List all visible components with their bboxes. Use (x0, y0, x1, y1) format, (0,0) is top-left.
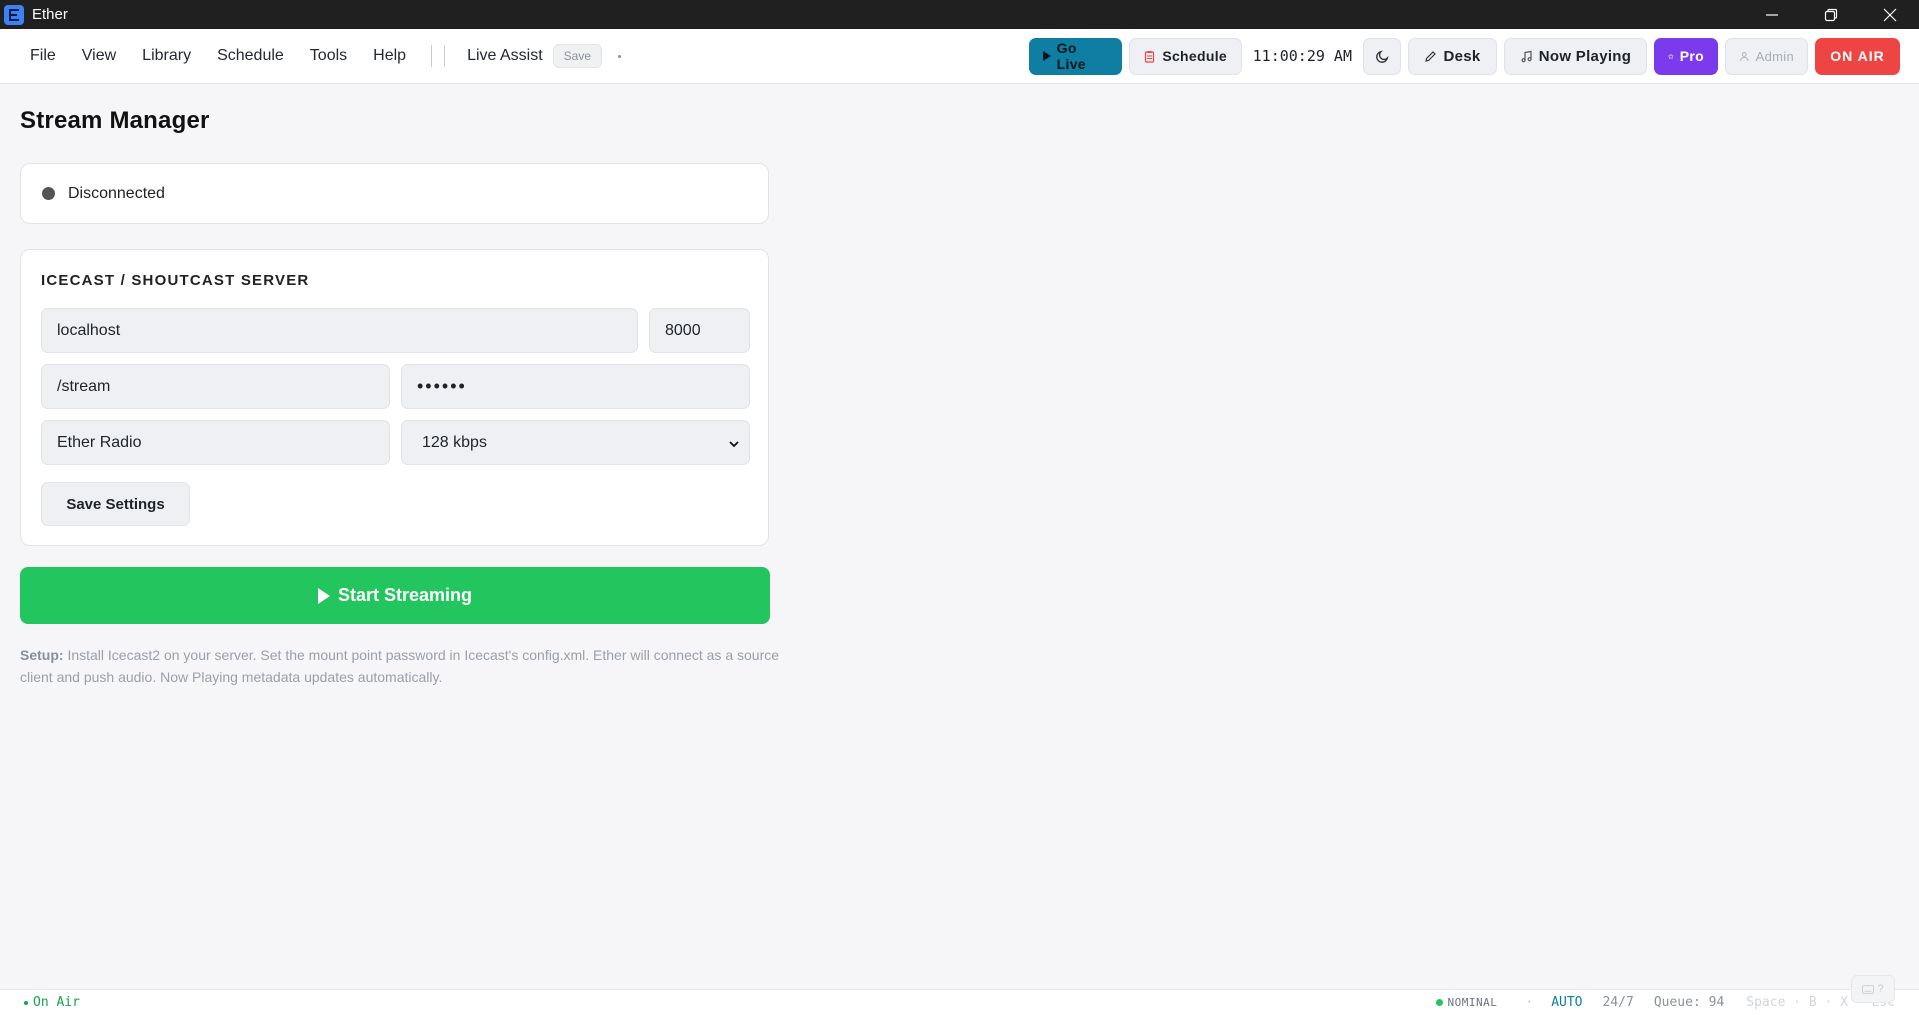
main-toolbar: File View Library Schedule Tools Help Li… (0, 29, 1919, 84)
mode-indicator[interactable]: AUTO (1551, 995, 1582, 1010)
window-title: Ether (32, 6, 68, 23)
pro-label: Pro (1679, 48, 1704, 64)
schedule-button[interactable]: Schedule (1128, 37, 1242, 75)
chevron-down-icon (729, 441, 739, 448)
health-label: NOMINAL (1447, 996, 1498, 1009)
admin-button[interactable]: Admin (1725, 37, 1808, 75)
status-separator: · (1525, 995, 1534, 1010)
restore-button[interactable] (1801, 0, 1860, 29)
app-logo-icon (4, 4, 24, 25)
port-input[interactable]: 8000 (649, 308, 750, 353)
live-assist-label[interactable]: Live Assist (461, 39, 549, 73)
go-live-button[interactable]: Go Live (1028, 37, 1122, 75)
close-button[interactable] (1860, 0, 1919, 29)
play-icon (317, 587, 330, 604)
connection-status-text: Disconnected (68, 184, 165, 202)
music-note-icon (1521, 50, 1532, 62)
minimize-button[interactable] (1742, 0, 1801, 29)
menu-file[interactable]: File (17, 39, 69, 73)
toolbar-divider (444, 45, 446, 67)
keyboard-help-button[interactable]: ? (1851, 975, 1895, 1003)
window-titlebar: Ether (0, 0, 1919, 29)
setup-text: Install Icecast2 on your server. Set the… (20, 647, 780, 685)
clipboard-icon (1145, 50, 1155, 63)
menu-view[interactable]: View (69, 39, 129, 73)
desk-button[interactable]: Desk (1408, 37, 1497, 75)
minimize-icon (1765, 13, 1778, 16)
clock: 11:00:29 AM (1252, 47, 1352, 65)
now-playing-label: Now Playing (1538, 47, 1632, 65)
moon-icon (1375, 49, 1389, 63)
host-input[interactable]: localhost (41, 308, 638, 353)
menu-help[interactable]: Help (360, 39, 419, 73)
restore-icon (1824, 8, 1837, 21)
pro-button[interactable]: Pro (1654, 37, 1718, 75)
now-playing-button[interactable]: Now Playing (1504, 37, 1647, 75)
live-assist-save-button[interactable]: Save (552, 44, 603, 68)
status-on-air: On Air (24, 995, 80, 1010)
bitrate-select[interactable]: 128 kbps (401, 420, 750, 465)
station-name-input[interactable]: Ether Radio (41, 420, 390, 465)
start-streaming-button[interactable]: Start Streaming (20, 567, 770, 624)
toolbar-divider (431, 45, 433, 67)
user-icon (1740, 51, 1749, 61)
pencil-icon (1425, 50, 1437, 62)
setup-label: Setup: (20, 647, 64, 663)
hours-indicator: 24/7 (1602, 995, 1634, 1010)
on-air-label: ON AIR (1830, 48, 1885, 64)
admin-label: Admin (1755, 48, 1794, 64)
queue-count: Queue: 94 (1653, 995, 1725, 1010)
save-settings-button[interactable]: Save Settings (41, 482, 190, 526)
keyboard-icon (1862, 984, 1875, 994)
menu-bar: File View Library Schedule Tools Help (17, 39, 419, 73)
connection-status-card: Disconnected (20, 163, 769, 224)
start-streaming-label: Start Streaming (337, 585, 473, 605)
on-air-button[interactable]: ON AIR (1815, 37, 1900, 75)
star-icon (1668, 52, 1674, 59)
connection-status-dot (42, 187, 55, 200)
mount-point-input[interactable]: /stream (41, 364, 390, 409)
theme-toggle-button[interactable] (1363, 37, 1401, 75)
menu-schedule[interactable]: Schedule (204, 39, 297, 73)
server-section-title: ICECAST / SHOUTCAST SERVER (41, 272, 310, 289)
unsaved-indicator (618, 54, 622, 58)
status-on-air-label: On Air (33, 995, 80, 1010)
go-live-label: Go Live (1056, 40, 1086, 72)
menu-library[interactable]: Library (129, 39, 204, 73)
status-bar: On Air NOMINAL · AUTO 24/7 Queue: 94 Spa… (0, 989, 1919, 1015)
on-air-dot (24, 1000, 28, 1005)
desk-label: Desk (1443, 47, 1481, 65)
menu-tools[interactable]: Tools (297, 39, 360, 73)
schedule-label: Schedule (1162, 48, 1227, 64)
close-icon (1883, 8, 1896, 21)
health-indicator: NOMINAL (1435, 996, 1498, 1009)
keyboard-help-label: ? (1877, 983, 1884, 995)
bitrate-value: 128 kbps (422, 433, 487, 451)
play-icon (1042, 51, 1051, 61)
health-dot (1435, 999, 1443, 1006)
password-input[interactable]: •••••• (401, 364, 750, 409)
server-settings-card: ICECAST / SHOUTCAST SERVER localhost 800… (20, 249, 769, 546)
setup-note: Setup: Install Icecast2 on your server. … (20, 644, 780, 688)
page-title: Stream Manager (20, 107, 210, 134)
